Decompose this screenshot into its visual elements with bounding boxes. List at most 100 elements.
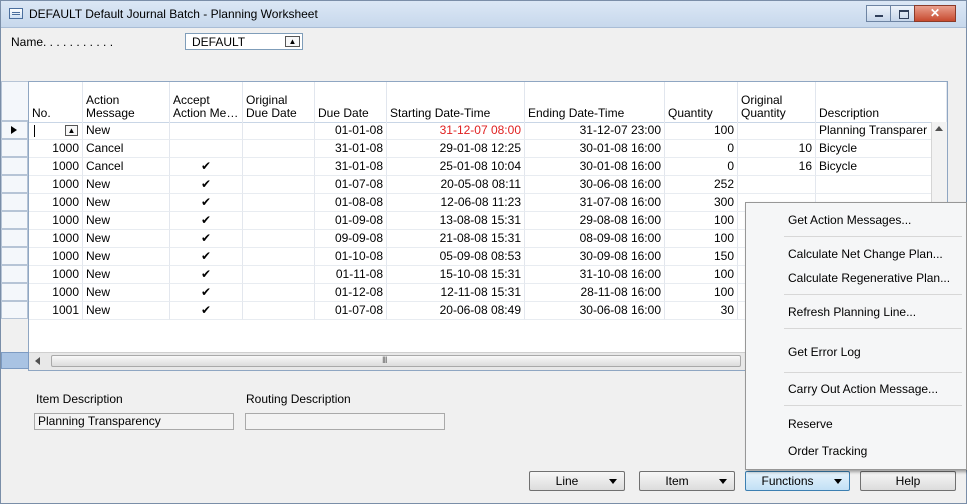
- cell-start[interactable]: 05-09-08 08:53: [387, 248, 525, 266]
- header-description[interactable]: Description: [816, 82, 947, 122]
- cell-start[interactable]: 12-06-08 11:23: [387, 194, 525, 212]
- scroll-up-icon[interactable]: [935, 126, 943, 131]
- cell-qty[interactable]: 100: [665, 230, 738, 248]
- no-lookup-icon[interactable]: ▲: [65, 125, 78, 136]
- row-selector[interactable]: [1, 157, 28, 175]
- cell-action[interactable]: Cancel: [83, 140, 170, 158]
- scroll-left-icon[interactable]: [35, 357, 40, 365]
- maximize-button[interactable]: [890, 5, 915, 22]
- header-original-due-date[interactable]: Original Due Date: [243, 82, 315, 122]
- row-selector[interactable]: [1, 211, 28, 229]
- cell-qty[interactable]: 30: [665, 302, 738, 320]
- cell-end[interactable]: 30-06-08 16:00: [525, 302, 665, 320]
- header-accept-action[interactable]: Accept Action Me…: [170, 82, 243, 122]
- menu-reserve[interactable]: Reserve: [788, 413, 833, 435]
- cell-due[interactable]: 01-12-08: [315, 284, 387, 302]
- name-input[interactable]: DEFAULT ▲: [185, 33, 303, 50]
- header-no[interactable]: No.: [29, 82, 83, 122]
- cell-orig-due[interactable]: [243, 302, 315, 320]
- cell-end[interactable]: 31-12-07 23:00: [525, 122, 665, 140]
- cell-due[interactable]: 09-09-08: [315, 230, 387, 248]
- cell-no[interactable]: 1001: [29, 302, 83, 320]
- cell-no[interactable]: 1000: [29, 194, 83, 212]
- cell-accept[interactable]: ✔: [170, 158, 243, 176]
- cell-orig-qty[interactable]: [738, 122, 816, 140]
- cell-start[interactable]: 25-01-08 10:04: [387, 158, 525, 176]
- header-due-date[interactable]: Due Date: [315, 82, 387, 122]
- table-row[interactable]: 1000 Cancel ✔ 31-01-08 25-01-08 10:04 30-01-0…: [29, 158, 947, 176]
- cell-start[interactable]: 13-08-08 15:31: [387, 212, 525, 230]
- cell-start[interactable]: 15-10-08 15:31: [387, 266, 525, 284]
- minimize-button[interactable]: [866, 5, 891, 22]
- cell-due[interactable]: 01-07-08: [315, 302, 387, 320]
- cell-end[interactable]: 08-09-08 16:00: [525, 230, 665, 248]
- cell-accept[interactable]: ✔: [170, 284, 243, 302]
- cell-orig-due[interactable]: [243, 158, 315, 176]
- cell-start[interactable]: 29-01-08 12:25: [387, 140, 525, 158]
- cell-end[interactable]: 29-08-08 16:00: [525, 212, 665, 230]
- menu-get-action-messages[interactable]: Get Action Messages...: [788, 209, 911, 231]
- cell-accept[interactable]: ✔: [170, 248, 243, 266]
- menu-order-tracking[interactable]: Order Tracking: [788, 440, 867, 462]
- cell-qty[interactable]: 0: [665, 158, 738, 176]
- cell-due[interactable]: 01-11-08: [315, 266, 387, 284]
- cell-end[interactable]: 31-10-08 16:00: [525, 266, 665, 284]
- cell-start[interactable]: 21-08-08 15:31: [387, 230, 525, 248]
- cell-orig-due[interactable]: [243, 266, 315, 284]
- row-selector[interactable]: [1, 283, 28, 301]
- row-selector[interactable]: [1, 229, 28, 247]
- cell-action[interactable]: New: [83, 212, 170, 230]
- help-button[interactable]: Help: [860, 471, 956, 491]
- cell-start[interactable]: 20-06-08 08:49: [387, 302, 525, 320]
- cell-no[interactable]: 1000: [29, 176, 83, 194]
- cell-no[interactable]: 1000: [29, 248, 83, 266]
- cell-due[interactable]: 31-01-08: [315, 140, 387, 158]
- cell-orig-qty[interactable]: 10: [738, 140, 816, 158]
- cell-action[interactable]: New: [83, 122, 170, 140]
- cell-qty[interactable]: 100: [665, 284, 738, 302]
- row-selector[interactable]: [1, 193, 28, 211]
- cell-no[interactable]: 1000: [29, 230, 83, 248]
- close-button[interactable]: ✕: [914, 5, 956, 22]
- cell-qty[interactable]: 150: [665, 248, 738, 266]
- cell-start[interactable]: 31-12-07 08:00: [387, 122, 525, 140]
- cell-orig-qty[interactable]: 16: [738, 158, 816, 176]
- cell-start[interactable]: 20-05-08 08:11: [387, 176, 525, 194]
- cell-due[interactable]: 01-01-08: [315, 122, 387, 140]
- cell-no[interactable]: 1000: [29, 284, 83, 302]
- cell-orig-due[interactable]: [243, 176, 315, 194]
- cell-accept[interactable]: ✔: [170, 212, 243, 230]
- header-action-message[interactable]: Action Message: [83, 82, 170, 122]
- cell-end[interactable]: 28-11-08 16:00: [525, 284, 665, 302]
- cell-action[interactable]: New: [83, 194, 170, 212]
- cell-end[interactable]: 30-01-08 16:00: [525, 140, 665, 158]
- cell-action[interactable]: New: [83, 176, 170, 194]
- cell-orig-qty[interactable]: [738, 176, 816, 194]
- cell-action[interactable]: New: [83, 302, 170, 320]
- cell-action[interactable]: New: [83, 284, 170, 302]
- cell-orig-due[interactable]: [243, 284, 315, 302]
- cell-due[interactable]: 01-09-08: [315, 212, 387, 230]
- cell-orig-due[interactable]: [243, 230, 315, 248]
- cell-action[interactable]: New: [83, 230, 170, 248]
- scroll-thumb[interactable]: [51, 355, 741, 367]
- header-quantity[interactable]: Quantity: [665, 82, 738, 122]
- header-original-quantity[interactable]: Original Quantity: [738, 82, 816, 122]
- row-selector[interactable]: [1, 175, 28, 193]
- cell-action[interactable]: New: [83, 248, 170, 266]
- cell-qty[interactable]: 300: [665, 194, 738, 212]
- table-row[interactable]: ▲ New 01-01-08 31-12-07 08:00 31-12-07 23:00…: [29, 122, 947, 140]
- cell-accept[interactable]: ✔: [170, 230, 243, 248]
- line-button[interactable]: Line: [529, 471, 625, 491]
- menu-carry-out-action-message[interactable]: Carry Out Action Message...: [788, 378, 938, 400]
- menu-get-error-log[interactable]: Get Error Log: [788, 341, 861, 363]
- row-selector[interactable]: [1, 139, 28, 157]
- cell-orig-due[interactable]: [243, 212, 315, 230]
- cell-accept[interactable]: [170, 140, 243, 158]
- cell-due[interactable]: 01-08-08: [315, 194, 387, 212]
- cell-accept[interactable]: ✔: [170, 266, 243, 284]
- cell-end[interactable]: 30-06-08 16:00: [525, 176, 665, 194]
- cell-accept[interactable]: [170, 122, 243, 140]
- cell-due[interactable]: 01-07-08: [315, 176, 387, 194]
- cell-no[interactable]: 1000: [29, 266, 83, 284]
